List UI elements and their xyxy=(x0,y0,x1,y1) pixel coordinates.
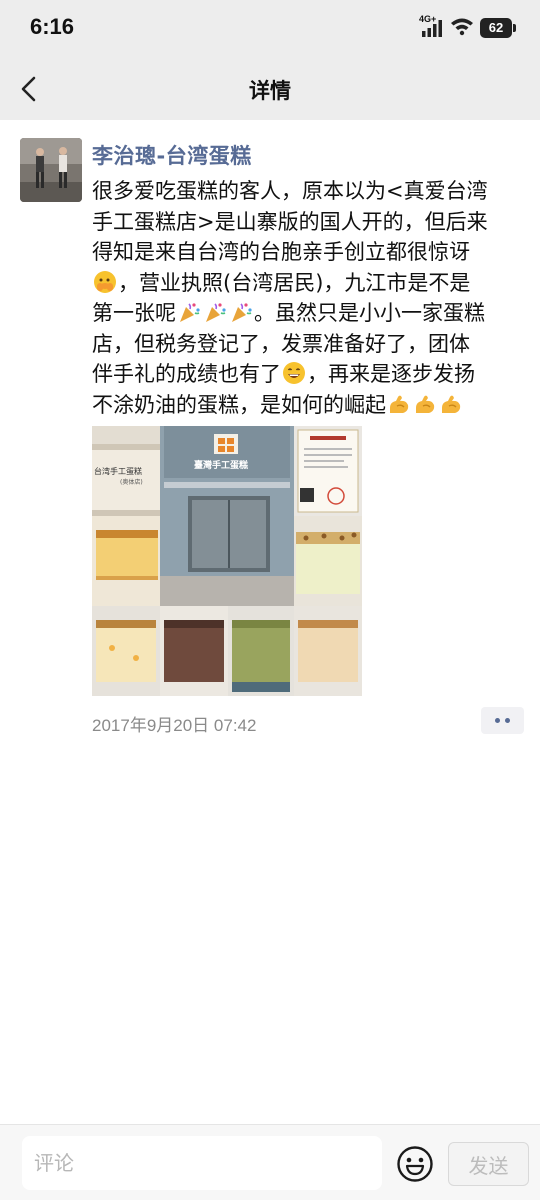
avatar-photo xyxy=(20,138,82,202)
post-text-line: 得知是来自台湾的台胞亲手创立都很惊讶 xyxy=(92,240,470,264)
post-text-segment: 第一张呢 xyxy=(92,301,176,325)
post-text: 很多爱吃蛋糕的客人，原本以为<真爱台湾 手工蛋糕店>是山寨版的国人开的，但后来 … xyxy=(92,176,528,420)
post-text-line: 第一张呢 。虽然只是小小一家蛋糕 xyxy=(92,298,528,329)
post-photo-collage[interactable]: 台湾手工蛋糕 (奥体店) 臺灣手工蛋糕 xyxy=(92,426,362,696)
post-text-line: 店，但税务登记了，发票准备好了，团体 xyxy=(92,331,470,356)
post-text-line: 手工蛋糕店>是山寨版的国人开的，但后来 xyxy=(92,209,488,234)
comment-bar: 发送 xyxy=(0,1124,540,1200)
box-label-line2: (奥体店) xyxy=(120,478,143,486)
wifi-icon xyxy=(450,16,474,40)
comment-input[interactable] xyxy=(22,1136,382,1190)
flexed-biceps-icon xyxy=(413,392,437,416)
author-name[interactable]: 李治璁-台湾蛋糕 xyxy=(92,140,252,170)
page-title: 详情 xyxy=(249,79,291,103)
nav-bar: 详情 xyxy=(0,58,540,120)
post-text-line: ，营业执照(台湾居民)，九江市是不是 xyxy=(92,268,528,299)
post-text-segment: 不涂奶油的蛋糕，是如何的崛起 xyxy=(92,392,386,417)
avatar[interactable] xyxy=(20,138,82,202)
network-label: 4G+ xyxy=(419,14,437,24)
party-popper-icon xyxy=(177,300,201,324)
post-text-line: 不涂奶油的蛋糕，是如何的崛起 xyxy=(92,390,528,421)
send-button[interactable]: 发送 xyxy=(448,1142,529,1186)
peeking-face-icon xyxy=(93,270,117,294)
more-dots-icon xyxy=(505,718,510,723)
collage-image: 台湾手工蛋糕 (奥体店) 臺灣手工蛋糕 xyxy=(92,426,362,696)
post-time: 2017年9月20日 07:42 xyxy=(92,716,257,735)
grinning-face-icon xyxy=(282,361,306,385)
status-time: 6:16 xyxy=(30,14,75,39)
smiley-face-icon xyxy=(397,1146,433,1182)
storefront-sign: 臺灣手工蛋糕 xyxy=(194,459,248,471)
signal-icon: 4G+ xyxy=(419,14,444,38)
post-text-segment: ，营业执照(台湾居民)，九江市是不是 xyxy=(118,270,471,295)
party-popper-icon xyxy=(203,300,227,324)
flexed-biceps-icon xyxy=(387,392,411,416)
status-bar: 6:16 4G+ 62 xyxy=(0,0,540,58)
post-text-segment: 伴手礼的成绩也有了 xyxy=(92,362,281,386)
emoji-button[interactable] xyxy=(396,1145,434,1183)
box-label-line1: 台湾手工蛋糕 xyxy=(94,466,142,476)
post-text-line: 很多爱吃蛋糕的客人，原本以为<真爱台湾 xyxy=(92,179,488,203)
more-button[interactable] xyxy=(481,707,524,734)
party-popper-icon xyxy=(229,300,253,324)
flexed-biceps-icon xyxy=(439,392,463,416)
post-text-line: 伴手礼的成绩也有了 ，再来是逐步发扬 xyxy=(92,359,528,390)
battery-icon: 62 xyxy=(480,18,516,38)
status-icons: 4G+ 62 xyxy=(419,14,516,40)
post-text-segment: 。虽然只是小小一家蛋糕 xyxy=(254,301,485,325)
post-text-segment: ，再来是逐步发扬 xyxy=(307,362,475,386)
more-dots-icon xyxy=(495,718,500,723)
